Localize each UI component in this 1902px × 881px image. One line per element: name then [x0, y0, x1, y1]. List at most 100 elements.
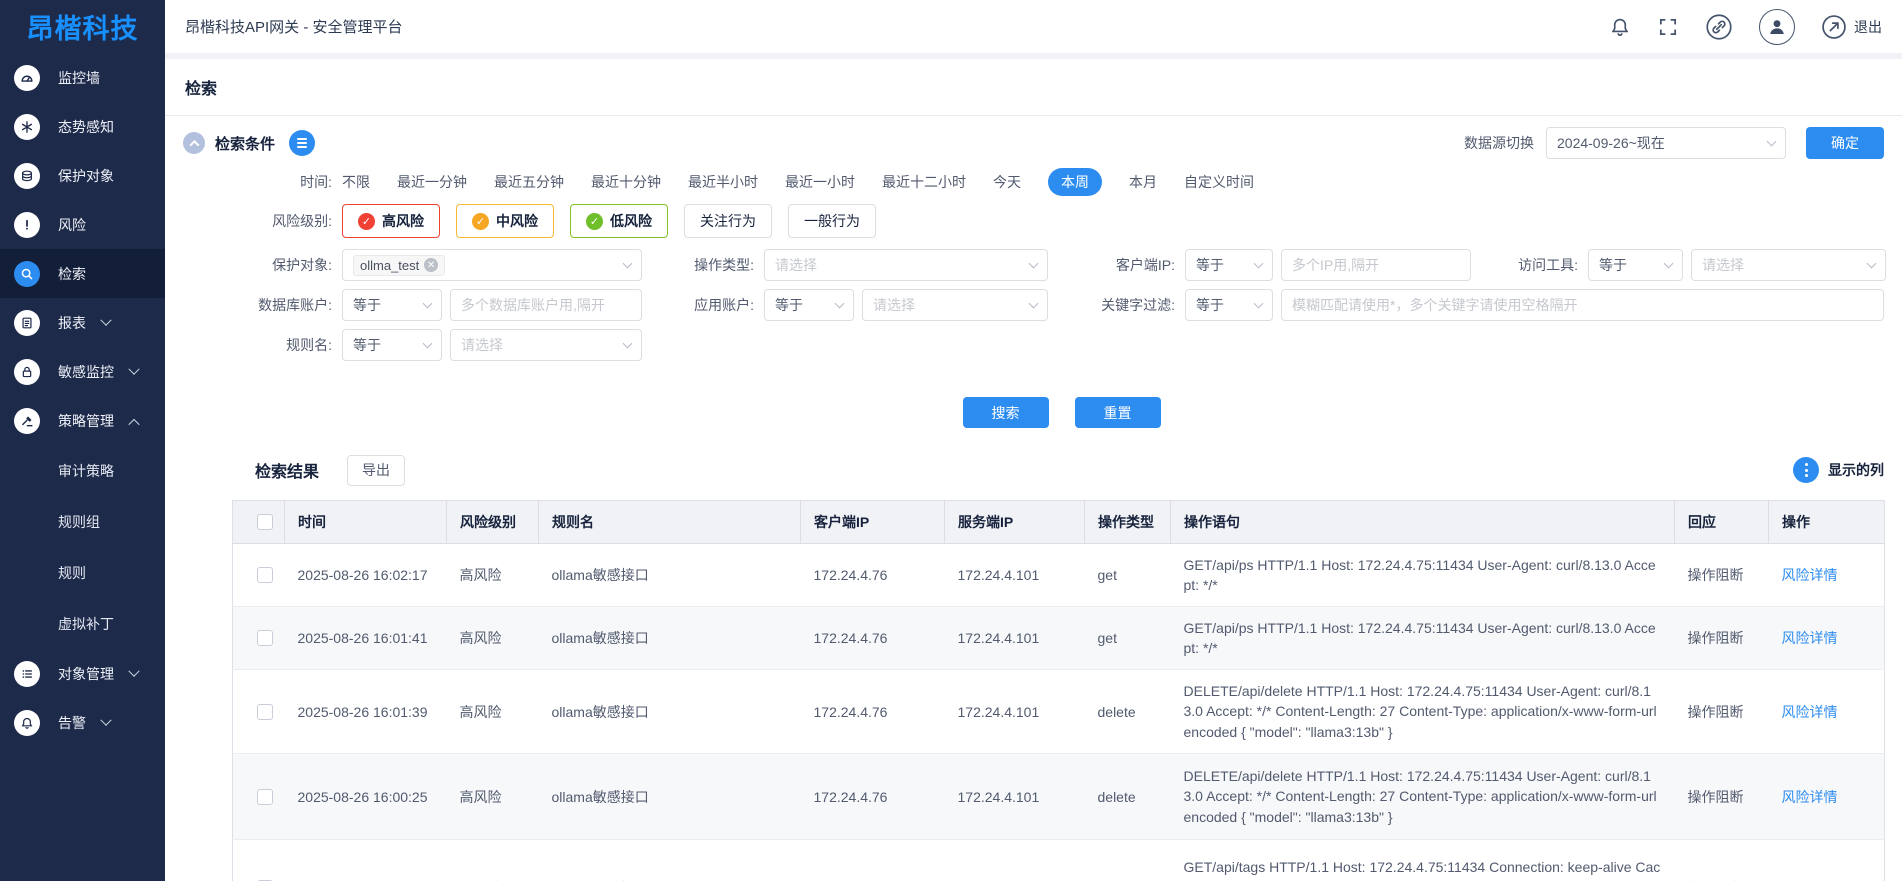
rule-name-select[interactable]: 请选择	[450, 329, 642, 361]
select-all-checkbox[interactable]	[257, 514, 273, 530]
time-option[interactable]: 最近一分钟	[397, 172, 467, 192]
sidebar-item-label: 风险	[58, 215, 86, 235]
user-avatar[interactable]	[1759, 9, 1795, 45]
app-account-op-select[interactable]: 等于	[764, 289, 854, 321]
sidebar-item-search[interactable]: 检索	[0, 249, 165, 298]
sidebar-item-reports[interactable]: 报表	[0, 298, 165, 347]
sidebar-item-situation[interactable]: 态势感知	[0, 102, 165, 151]
risk-detail-link[interactable]: 风险详情	[1782, 789, 1838, 805]
operation-type-select[interactable]: 请选择	[764, 249, 1048, 281]
time-option[interactable]: 自定义时间	[1184, 172, 1254, 192]
table-row: 2025-08-26 16:02:17 高风险 ollama敏感接口 172.2…	[233, 544, 1885, 607]
time-option[interactable]: 本月	[1129, 172, 1157, 192]
sidebar-item-label: 检索	[58, 264, 86, 284]
db-account-input[interactable]	[450, 289, 642, 321]
cell-time: 2025-08-26 16:02:17	[285, 544, 447, 607]
table-row: 2025-08-26 16:01:39 高风险 ollama敏感接口 172.2…	[233, 670, 1885, 754]
content-card: 检索 检索条件 数据源切换 2024-09-26~现在 确定 时间:	[165, 59, 1902, 881]
protect-object-select[interactable]: ollma_test ✕	[342, 249, 642, 281]
chevron-down-icon	[128, 665, 139, 676]
general-behavior-button[interactable]: 一般行为	[788, 204, 876, 238]
sidebar-item-alerts[interactable]: 告警	[0, 698, 165, 747]
db-account-op-select[interactable]: 等于	[342, 289, 442, 321]
sidebar-item-virtual-patch[interactable]: 虚拟补丁	[0, 598, 165, 649]
sidebar-item-sensitive-monitor[interactable]: 敏感监控	[0, 347, 165, 396]
client-ip-label: 客户端IP:	[1048, 255, 1175, 275]
cell-server-ip: 172.24.4.101	[945, 607, 1085, 670]
sidebar-item-policy-management[interactable]: 策略管理	[0, 396, 165, 445]
risk-detail-link[interactable]: 风险详情	[1782, 704, 1838, 720]
sidebar-item-audit-policy[interactable]: 审计策略	[0, 445, 165, 496]
time-option[interactable]: 最近一小时	[785, 172, 855, 192]
app-account-label: 应用账户:	[642, 295, 754, 315]
sidebar-item-risk[interactable]: 风险	[0, 200, 165, 249]
sidebar-item-label: 对象管理	[58, 664, 114, 684]
cell-risk: 高风险	[447, 754, 539, 840]
row-checkbox[interactable]	[257, 704, 273, 720]
datasource-select[interactable]: 2024-09-26~现在	[1546, 127, 1786, 159]
confirm-button[interactable]: 确定	[1806, 127, 1884, 159]
cell-rule: ollama敏感接口	[539, 754, 801, 840]
access-tool-label: 访问工具:	[1471, 255, 1578, 275]
collapse-icon[interactable]	[183, 132, 205, 154]
risk-detail-link[interactable]: 风险详情	[1782, 630, 1838, 646]
list-icon	[14, 661, 40, 687]
col-header-action: 操作	[1769, 501, 1885, 544]
link-icon[interactable]	[1705, 13, 1733, 41]
sidebar-item-monitor-wall[interactable]: 监控墙	[0, 53, 165, 102]
sidebar-item-rule-group[interactable]: 规则组	[0, 496, 165, 547]
risk-level-row: 风险级别: ✓ 高风险 ✓ 中风险 ✓ 低风险 关注行为 一般行为	[183, 201, 1902, 241]
filter-menu-icon[interactable]	[289, 130, 315, 156]
time-option[interactable]: 最近十二小时	[882, 172, 966, 192]
risk-detail-link[interactable]: 风险详情	[1782, 567, 1838, 583]
time-option[interactable]: 不限	[342, 172, 370, 192]
row-checkbox[interactable]	[257, 789, 273, 805]
risk-medium-button[interactable]: ✓ 中风险	[456, 204, 554, 238]
cell-op-type: delete	[1085, 754, 1171, 840]
check-icon: ✓	[586, 213, 603, 230]
time-option[interactable]: 今天	[993, 172, 1021, 192]
row-checkbox[interactable]	[257, 567, 273, 583]
time-option[interactable]: 最近十分钟	[591, 172, 661, 192]
results-header: 检索结果 导出 显示的列	[255, 454, 1884, 486]
reset-button[interactable]: 重置	[1075, 397, 1161, 428]
db-account-label: 数据库账户:	[183, 295, 332, 315]
sidebar-item-rules[interactable]: 规则	[0, 547, 165, 598]
access-tool-select[interactable]: 请选择	[1691, 249, 1886, 281]
client-ip-op-select[interactable]: 等于	[1185, 249, 1273, 281]
table-header-row: 时间 风险级别 规则名 客户端IP 服务端IP 操作类型 操作语句 回应 操作	[233, 501, 1885, 544]
col-header-client-ip: 客户端IP	[801, 501, 945, 544]
table-row: 2025-08-26 16:01:41 高风险 ollama敏感接口 172.2…	[233, 607, 1885, 670]
access-tool-op-select[interactable]: 等于	[1588, 249, 1683, 281]
rule-name-op-select[interactable]: 等于	[342, 329, 442, 361]
attention-behavior-button[interactable]: 关注行为	[684, 204, 772, 238]
sidebar-item-label: 保护对象	[58, 166, 114, 186]
fullscreen-icon[interactable]	[1657, 16, 1679, 38]
sidebar-item-object-management[interactable]: 对象管理	[0, 649, 165, 698]
tag-close-icon[interactable]: ✕	[424, 258, 438, 272]
risk-low-button[interactable]: ✓ 低风险	[570, 204, 668, 238]
columns-icon[interactable]	[1793, 457, 1819, 483]
row-checkbox[interactable]	[257, 630, 273, 646]
logout-button[interactable]: 退出	[1821, 14, 1882, 40]
columns-control: 显示的列	[1793, 457, 1884, 483]
time-option[interactable]: 最近五分钟	[494, 172, 564, 192]
search-button[interactable]: 搜索	[963, 397, 1049, 428]
cell-time: 2025-08-25 11:15:20	[285, 840, 447, 881]
export-button[interactable]: 导出	[347, 455, 405, 486]
app-account-select[interactable]: 请选择	[862, 289, 1048, 321]
col-header-server-ip: 服务端IP	[945, 501, 1085, 544]
time-option-selected[interactable]: 本周	[1048, 168, 1102, 196]
bell-icon[interactable]	[1609, 16, 1631, 38]
lock-icon	[14, 359, 40, 385]
chevron-down-icon	[100, 714, 111, 725]
table-row: 2025-08-26 16:00:25 高风险 ollama敏感接口 172.2…	[233, 754, 1885, 840]
cell-time: 2025-08-26 16:01:41	[285, 607, 447, 670]
time-option[interactable]: 最近半小时	[688, 172, 758, 192]
keyword-input[interactable]	[1281, 289, 1884, 321]
sidebar-item-protected-objects[interactable]: 保护对象	[0, 151, 165, 200]
keyword-op-select[interactable]: 等于	[1185, 289, 1273, 321]
cell-statement: GET/api/ps HTTP/1.1 Host: 172.24.4.75:11…	[1184, 545, 1675, 606]
client-ip-input[interactable]	[1281, 249, 1471, 281]
risk-high-button[interactable]: ✓ 高风险	[342, 204, 440, 238]
